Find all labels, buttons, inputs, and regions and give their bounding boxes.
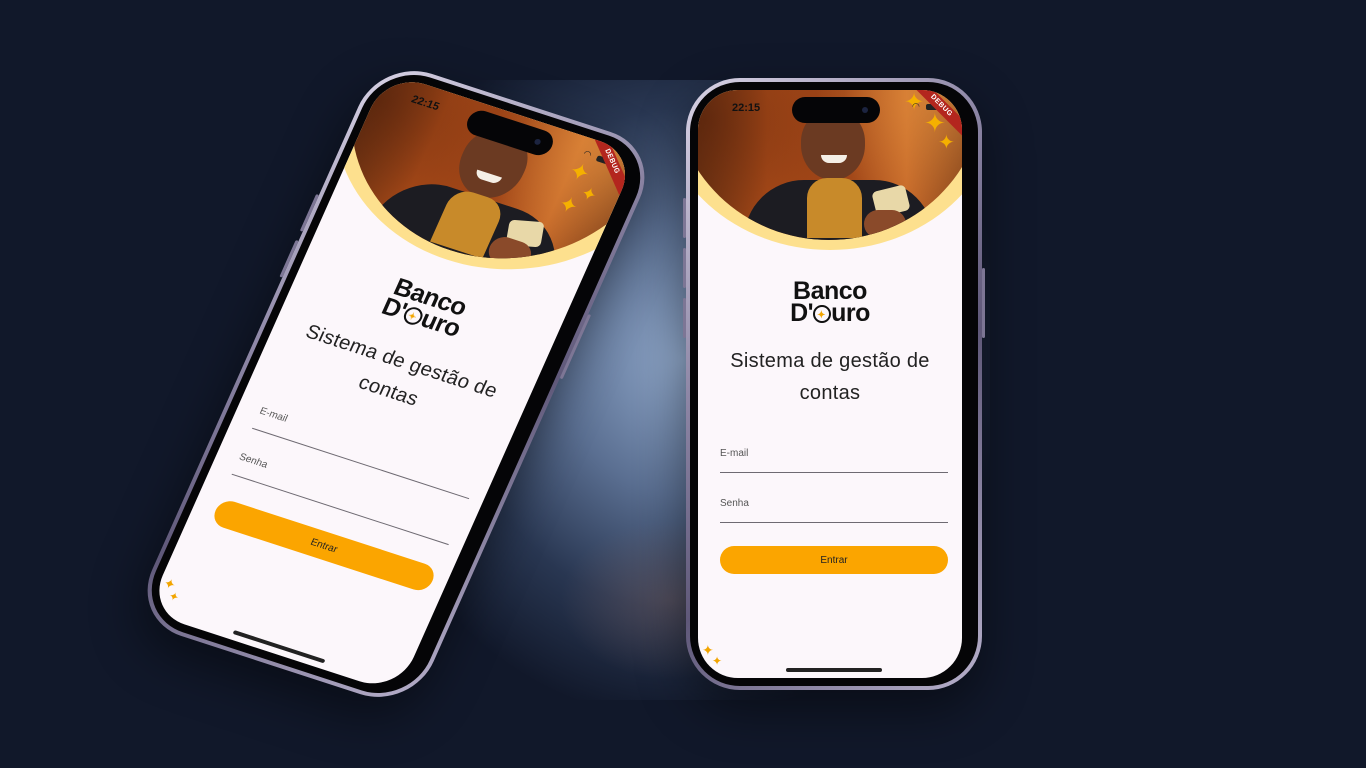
brand-logo: Banco D'uro <box>698 279 962 328</box>
submit-button[interactable]: Entrar <box>720 546 948 574</box>
wifi-icon: ◠ <box>581 148 594 160</box>
volume-button <box>683 298 686 338</box>
status-time: 22:15 <box>732 102 761 114</box>
dynamic-island <box>792 97 880 123</box>
phone-mockup-front: ✦ ✦ ✦ 22:15 ◠ DEBUG Banco D'uro Sistema … <box>683 78 985 690</box>
volume-button <box>683 198 686 238</box>
password-field[interactable]: Senha <box>720 486 952 524</box>
page-title: Sistema de gestão de contas <box>730 350 930 404</box>
password-input[interactable] <box>720 486 952 524</box>
power-button <box>982 268 985 338</box>
sparkle-icon: ✦ <box>938 132 955 154</box>
logo-star-icon <box>813 305 832 327</box>
wifi-icon: ◠ <box>912 101 920 111</box>
email-field[interactable]: E-mail <box>720 436 952 474</box>
sparkle-icon: ✦ <box>712 654 723 668</box>
email-input[interactable] <box>720 436 952 474</box>
volume-button <box>683 248 686 288</box>
app-screen: ✦ ✦ ✦ 22:15 ◠ DEBUG Banco D'uro Sistema … <box>698 90 962 678</box>
status-time: 22:15 <box>409 93 442 114</box>
home-indicator <box>786 668 882 672</box>
